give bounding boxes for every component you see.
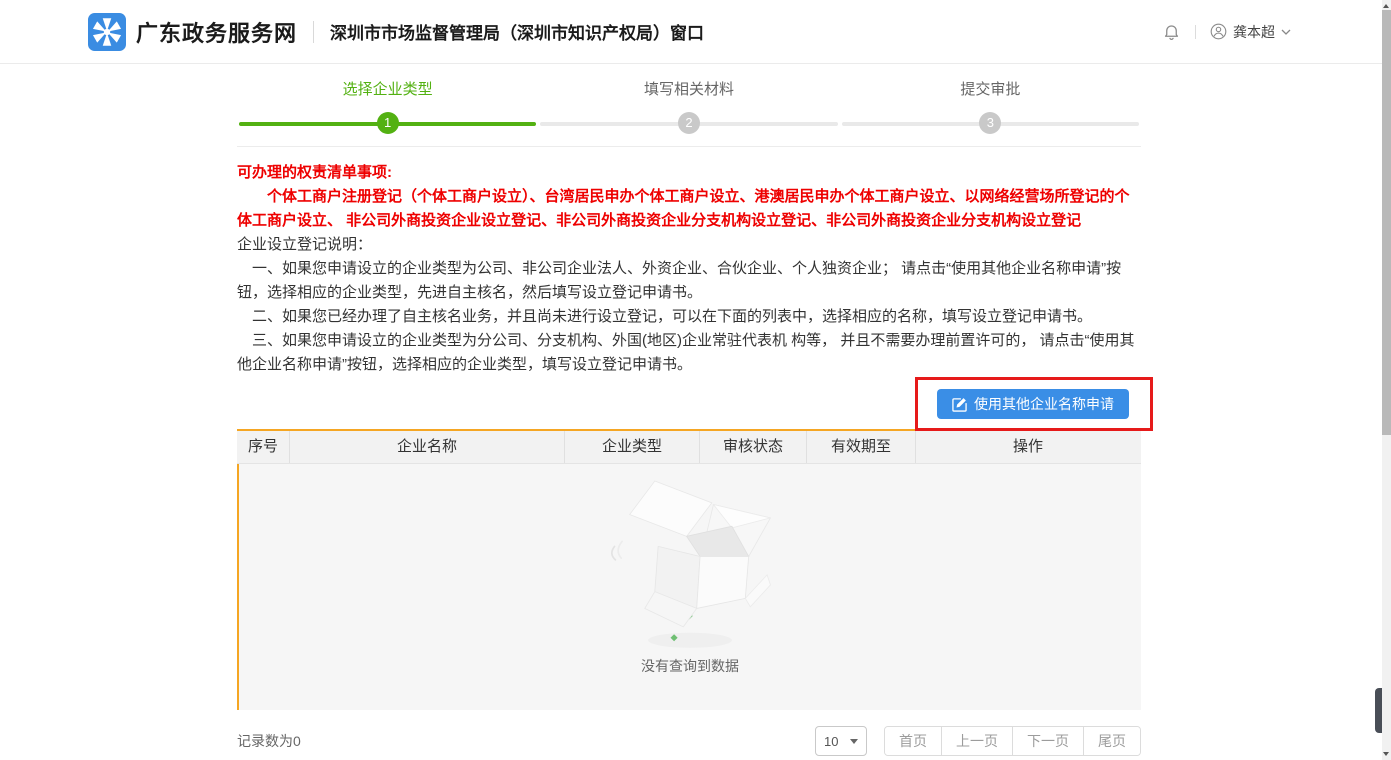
floating-side-widget[interactable]: [1375, 688, 1382, 733]
step-wizard: 选择企业类型 1 填写相关材料 2 提交审批 3: [237, 80, 1141, 147]
column-header-review-status: 审核状态: [700, 431, 807, 463]
table-footer: 记录数为0 10 首页 上一页 下一页 尾页: [237, 726, 1141, 756]
scrollbar-thumb[interactable]: [1382, 10, 1391, 435]
instruction-line-1: 一、如果您申请设立的企业类型为公司、非公司企业法人、外资企业、合伙企业、个人独资…: [237, 257, 1141, 305]
dropdown-caret-icon: [850, 739, 858, 744]
table-empty-body: 没有查询到数据: [237, 464, 1141, 710]
scrollbar-down-arrow-icon[interactable]: [1383, 752, 1389, 756]
column-header-enterprise-type: 企业类型: [565, 431, 700, 463]
notice-items-text: 个体工商户注册登记（个体工商户设立）、台湾居民申办个体工商户设立、港澳居民申办个…: [237, 185, 1141, 233]
step-number-badge: 2: [678, 112, 700, 134]
step-number-badge: 3: [979, 112, 1001, 134]
step-label: 提交审批: [840, 80, 1141, 100]
user-menu[interactable]: 龚本超: [1210, 22, 1291, 42]
instruction-line-3: 三、如果您申请设立的企业类型为分公司、分支机构、外国(地区)企业常驻代表机 构等…: [237, 329, 1141, 377]
chevron-down-icon: [1281, 29, 1291, 35]
user-name: 龚本超: [1233, 22, 1275, 42]
notification-bell-icon[interactable]: [1162, 22, 1181, 41]
header-divider: [1195, 25, 1196, 39]
gdzwfw-logo-icon: [88, 13, 126, 51]
page-size-value: 10: [824, 734, 838, 749]
column-header-index: 序号: [237, 431, 290, 463]
column-header-enterprise-name: 企业名称: [290, 431, 565, 463]
page-size-select[interactable]: 10: [815, 726, 867, 756]
step-3-submit-approval: 提交审批 3: [840, 80, 1141, 136]
last-page-button[interactable]: 尾页: [1083, 727, 1140, 755]
enterprise-name-table: 序号 企业名称 企业类型 审核状态 有效期至 操作: [237, 429, 1141, 710]
step-number-badge: 1: [377, 112, 399, 134]
header-divider: [313, 21, 314, 43]
next-page-button[interactable]: 下一页: [1012, 727, 1083, 755]
step-label: 填写相关材料: [538, 80, 839, 100]
record-count: 记录数为0: [237, 731, 301, 751]
vertical-scrollbar[interactable]: [1382, 0, 1391, 760]
scrollbar-up-arrow-icon[interactable]: [1383, 4, 1389, 8]
step-label: 选择企业类型: [237, 80, 538, 100]
user-avatar-icon: [1210, 23, 1227, 40]
action-row: 使用其他企业名称申请: [237, 377, 1141, 429]
notice-title: 可办理的权责清单事项:: [237, 161, 1141, 185]
instruction-line-2: 二、如果您已经办理了自主核名业务，并且尚未进行设立登记，可以在下面的列表中，选择…: [237, 305, 1141, 329]
prev-page-button[interactable]: 上一页: [941, 727, 1012, 755]
annotation-highlight-box: [915, 377, 1153, 431]
pagination: 10 首页 上一页 下一页 尾页: [815, 726, 1141, 756]
pagination-button-group: 首页 上一页 下一页 尾页: [884, 726, 1141, 756]
empty-state-text: 没有查询到数据: [641, 656, 739, 676]
first-page-button[interactable]: 首页: [885, 727, 941, 755]
table-header-row: 序号 企业名称 企业类型 审核状态 有效期至 操作: [237, 431, 1141, 464]
column-header-valid-until: 有效期至: [807, 431, 916, 463]
column-header-actions: 操作: [916, 431, 1140, 463]
empty-box-illustration: [606, 476, 774, 652]
header: 广东政务服务网 深圳市市场监督管理局（深圳市知识产权局）窗口 龚本超: [0, 0, 1391, 64]
instructions-title: 企业设立登记说明：: [237, 233, 1141, 257]
brand-title: 广东政务服务网: [136, 16, 297, 48]
step-2-fill-materials: 填写相关材料 2: [538, 80, 839, 136]
window-title: 深圳市市场监督管理局（深圳市知识产权局）窗口: [330, 19, 704, 44]
main-content: 选择企业类型 1 填写相关材料 2 提交审批 3 可办理的权责清单事项: 个体工…: [237, 64, 1141, 756]
step-1-choose-enterprise-type: 选择企业类型 1: [237, 80, 538, 136]
